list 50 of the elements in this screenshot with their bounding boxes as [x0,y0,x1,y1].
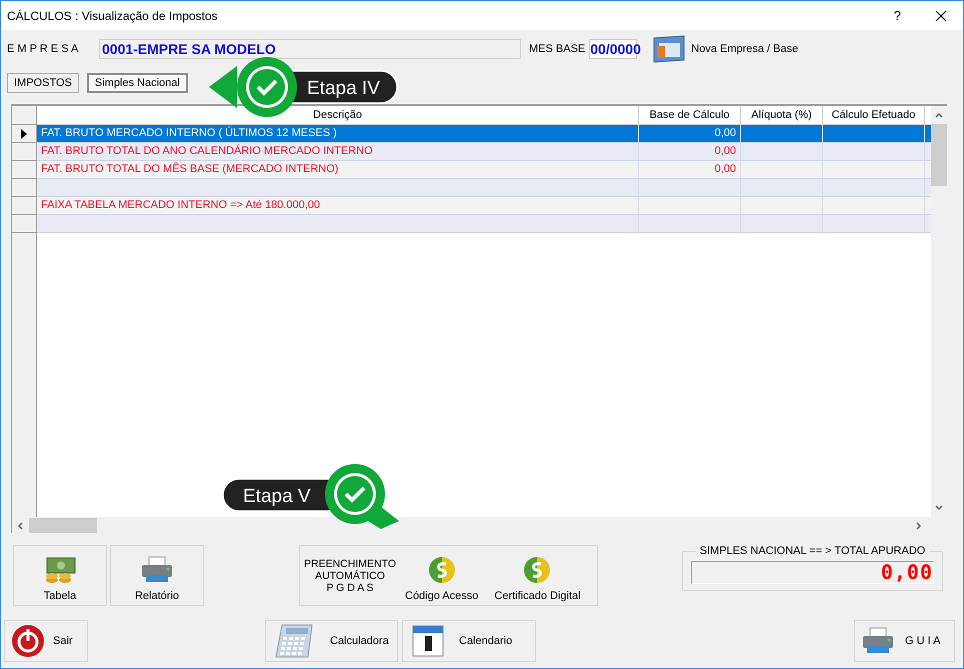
pgdas-label: PREENCHIMENTO [304,558,396,570]
column-header[interactable]: Base de Cálculo [639,106,741,125]
pgdas-label: AUTOMÁTICO [315,570,385,582]
window-title: CÁLCULOS : Visualização de Impostos [7,8,219,22]
column-header[interactable]: Descrição [37,106,639,125]
total-value: 0,00 [691,561,934,584]
table-cell: FAT. BRUTO TOTAL DO ANO CALENDÁRIO MERCADO INTERNO [37,143,639,161]
calendar-icon [651,34,688,64]
pgdas-label: P G D A S [326,582,374,594]
table-cell: FAT. BRUTO TOTAL DO MÊS BASE (MERCADO INTERNO) [37,161,639,179]
scroll-left-icon[interactable] [17,522,23,530]
pgdas-button[interactable]: Código Acesso [400,546,484,605]
scroll-right-icon[interactable] [916,522,922,530]
pgdas-button[interactable]: Certificado Digital [489,546,586,605]
tool-button[interactable]: Relatório [110,545,204,606]
footer-button[interactable]: G U I A [854,620,955,662]
table-cell: FAT. BRUTO MERCADO INTERNO ( ÚLTIMOS 12 MESES ) [37,125,639,143]
company-field: 0001-EMPRE SA MODELO [99,39,521,59]
row-pointer-icon [21,128,27,138]
new-company-link[interactable]: Nova Empresa / Base [691,43,798,55]
calendar-icon [411,624,445,658]
power-icon [11,624,45,658]
scroll-up-icon[interactable] [935,112,943,118]
footer-button[interactable]: Calendario [402,620,536,662]
close-icon[interactable] [935,10,947,22]
column-header[interactable]: Cálculo Efetuado [823,106,925,125]
printer-icon [861,627,895,655]
scroll-thumb[interactable] [931,124,947,186]
table-cell: 0,00 [639,161,741,179]
company-label: E M P R E S A [7,43,80,55]
total-legend: SIMPLES NACIONAL == > TOTAL APURADO [696,545,930,557]
step-label: Etapa IV [307,78,380,99]
logo-icon [523,556,552,584]
footer-button[interactable]: Sair [4,620,88,662]
month-label: MES BASE [529,43,586,55]
table-cell: FAIXA TABELA MERCADO INTERNO => Até 180.000,00 [37,197,639,215]
tab[interactable]: IMPOSTOS [7,73,79,93]
tool-button[interactable]: Tabela [13,545,107,606]
footer-button[interactable]: Calculadora [265,620,398,662]
table-cell: 0,00 [639,125,741,143]
scroll-thumb[interactable] [29,518,97,533]
help-button[interactable]: ? [894,8,901,23]
step-label: Etapa V [243,486,311,507]
printer-icon [140,556,174,584]
table-cell: 0,00 [639,143,741,161]
logo-icon [428,556,456,584]
money-icon [43,556,77,584]
scroll-down-icon[interactable] [935,505,943,511]
column-header[interactable]: Alíquota (%) [741,106,823,125]
tab[interactable]: Simples Nacional [86,73,188,93]
